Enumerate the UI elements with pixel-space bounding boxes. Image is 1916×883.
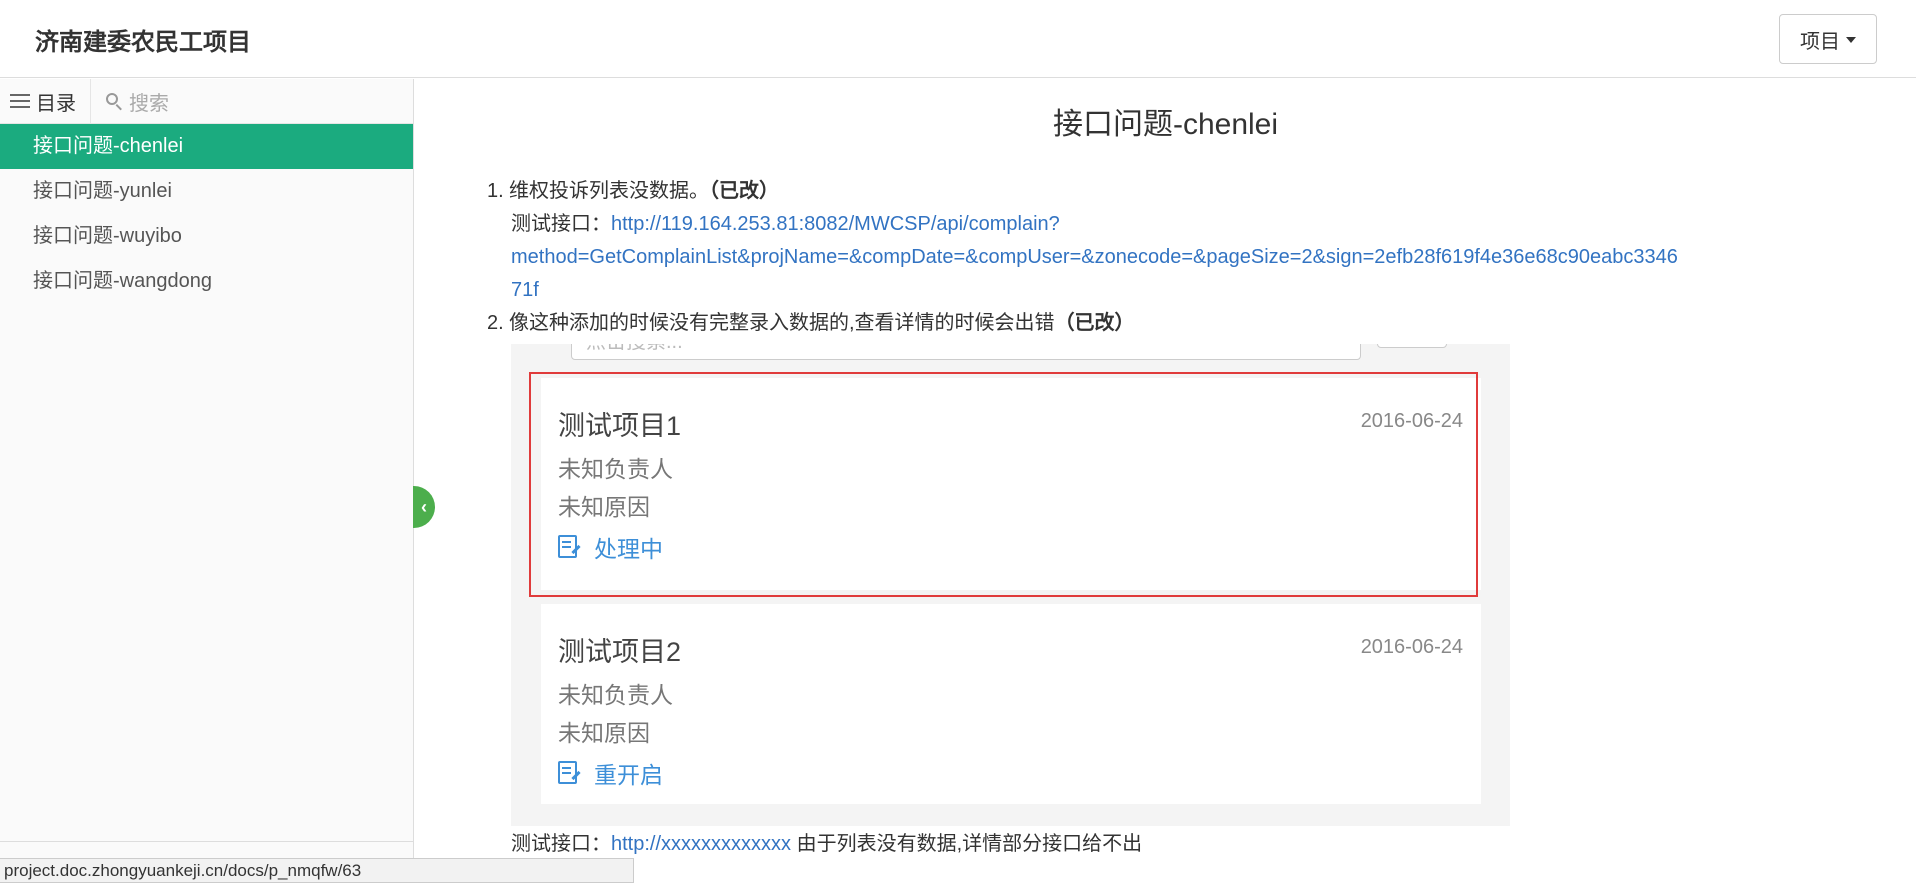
site-title[interactable]: 济南建委农民工项目 xyxy=(35,22,251,57)
footer-test-note: 由于列表没有数据,详情部分接口给不出 xyxy=(791,833,1143,855)
footer-test-label: 测试接口： xyxy=(511,833,611,855)
card-status-label: 重开启 xyxy=(594,762,663,788)
status-bar-url: project.doc.zhongyuankeji.cn/docs/p_nmqf… xyxy=(0,858,634,883)
highlight-box xyxy=(529,372,1478,597)
item2-status: （已改） xyxy=(1054,312,1135,334)
card-title: 测试项目2 xyxy=(558,637,682,667)
list-item-number: 2. xyxy=(487,312,504,334)
list-item-number: 1. xyxy=(487,180,504,202)
toc-item-yunlei[interactable]: 接口问题-yunlei xyxy=(0,169,413,214)
card-date: 2016-06-24 xyxy=(1360,636,1463,658)
top-navbar: 济南建委农民工项目 项目 xyxy=(0,0,1916,78)
toc-tab-label: 目录 xyxy=(36,92,76,115)
doc-body: 1. 维权投诉列表没数据。（已改） 测试接口：http://119.164.253… xyxy=(487,175,1887,340)
list-item-1: 1. 维权投诉列表没数据。（已改） xyxy=(487,175,1887,208)
test-interface-label: 测试接口： xyxy=(511,213,611,235)
search-tab-label: 搜索 xyxy=(129,92,169,115)
item1-text: 维权投诉列表没数据。 xyxy=(509,180,709,202)
list-icon xyxy=(10,94,30,108)
main-content: 接口问题-chenlei 1. 维权投诉列表没数据。（已改） 测试接口：http:… xyxy=(415,79,1916,883)
search-tab[interactable]: 搜索 xyxy=(91,87,169,116)
item1-test-line: 测试接口：http://119.164.253.81:8082/MWCSP/ap… xyxy=(487,208,1887,241)
search-icon xyxy=(105,92,123,111)
item1-status: （已改） xyxy=(709,180,779,202)
screenshot-search-button xyxy=(1377,344,1447,348)
edit-note-icon xyxy=(558,761,581,785)
card-status: 重开启 xyxy=(558,756,663,790)
sidebar-toolbar: 目录 搜索 xyxy=(0,78,413,124)
item2-text: 像这种添加的时候没有完整录入数据的,查看详情的时候会出错 xyxy=(509,312,1055,334)
toc-item-wangdong[interactable]: 接口问题-wangdong xyxy=(0,259,413,304)
screenshot-search-bar: 点击搜索... xyxy=(571,344,1361,360)
embedded-screenshot: 点击搜索... 测试项目1 2016-06-24 未知负责人 未知原因 处理中 … xyxy=(511,344,1510,826)
list-item-2: 2. 像这种添加的时候没有完整录入数据的,查看详情的时候会出错（已改） xyxy=(487,307,1887,340)
card-owner: 未知负责人 xyxy=(558,682,673,708)
card-reason: 未知原因 xyxy=(558,720,650,746)
toc-item-wuyibo[interactable]: 接口问题-wuyibo xyxy=(0,214,413,259)
test-interface-link[interactable]: http://119.164.253.81:8082/MWCSP/api/com… xyxy=(611,213,1060,235)
footer-test-link[interactable]: http://xxxxxxxxxxxxx xyxy=(611,833,791,855)
toc-item-chenlei[interactable]: 接口问题-chenlei xyxy=(0,124,413,169)
project-dropdown-button[interactable]: 项目 xyxy=(1779,14,1877,64)
project-card: 测试项目2 2016-06-24 未知负责人 未知原因 重开启 xyxy=(541,604,1481,804)
toc-tab[interactable]: 目录 xyxy=(0,78,91,124)
toc-list: 接口问题-chenlei 接口问题-yunlei 接口问题-wuyibo 接口问… xyxy=(0,124,413,304)
doc-title: 接口问题-chenlei xyxy=(1052,108,1279,141)
project-button-label: 项目 xyxy=(1800,30,1840,53)
footer-test-line: 测试接口：http://xxxxxxxxxxxxx 由于列表没有数据,详情部分接… xyxy=(511,827,1142,856)
test-interface-link-cont[interactable]: method=GetComplainList&projName=&compDat… xyxy=(487,241,1847,274)
caret-down-icon xyxy=(1846,37,1856,43)
test-interface-link-end[interactable]: 71f xyxy=(487,274,1847,307)
sidebar: 目录 搜索 接口问题-chenlei 接口问题-yunlei 接口问题-wuyi… xyxy=(0,78,414,883)
